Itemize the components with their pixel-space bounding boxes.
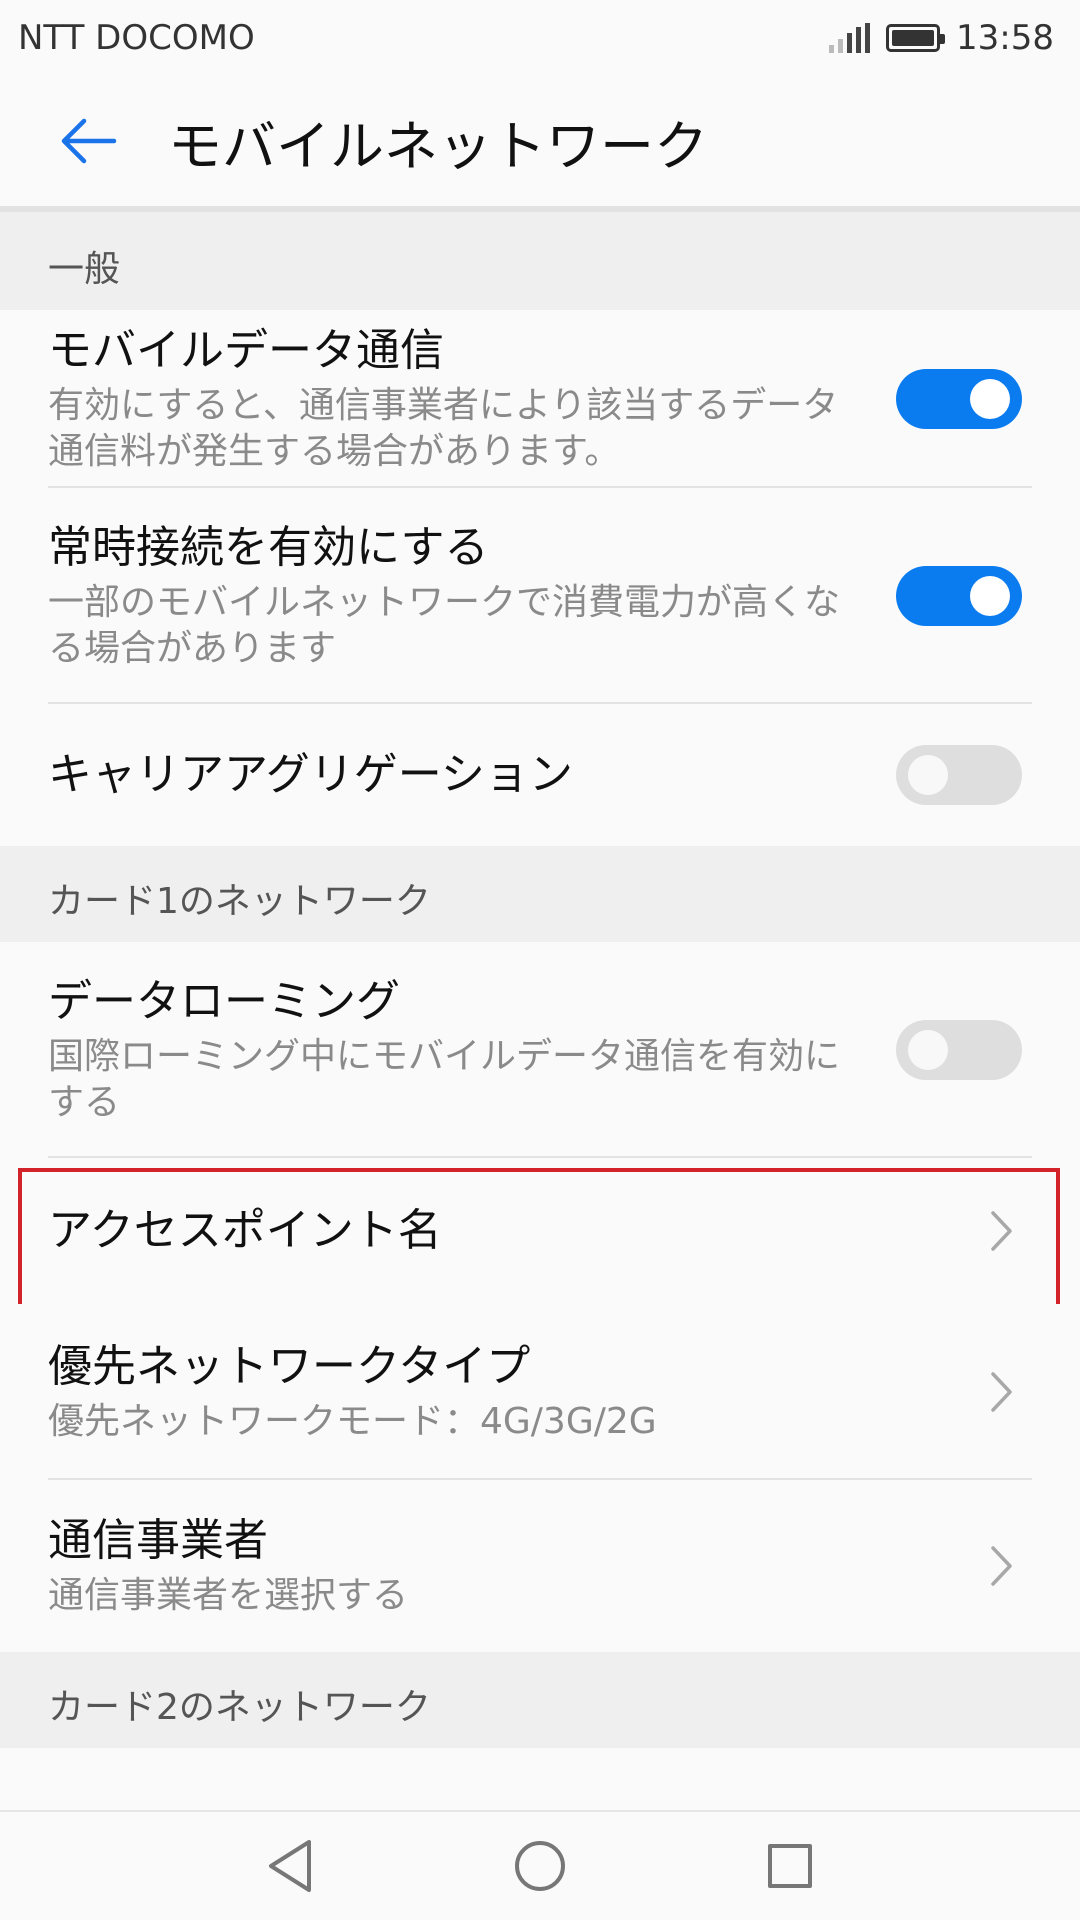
network-operator-row[interactable]: 通信事業者 通信事業者を選択する <box>0 1480 1080 1652</box>
clock: 13:58 <box>956 18 1054 58</box>
settings-list: 一般 モバイルデータ通信 有効にすると、通信事業者により該当するデータ通信料が発… <box>0 212 1080 1748</box>
signal-icon <box>829 23 871 53</box>
square-recents-icon <box>768 1844 812 1888</box>
access-point-names-row[interactable]: アクセスポイント名 <box>0 1158 1080 1312</box>
carrier-aggregation-row[interactable]: キャリアアグリゲーション <box>0 704 1080 846</box>
always-on-row[interactable]: 常時接続を有効にする 一部のモバイルネットワークで消費電力が高くなる場合がありま… <box>0 488 1080 704</box>
row-title: 優先ネットワークタイプ <box>48 1341 531 1392</box>
row-title: 通信事業者 <box>48 1515 268 1566</box>
battery-icon <box>886 24 946 52</box>
app-bar: モバイルネットワーク <box>0 76 1080 212</box>
carrier-aggregation-toggle[interactable] <box>896 745 1022 805</box>
row-subtitle: 通信事業者を選択する <box>48 1575 409 1616</box>
section-header-general: 一般 <box>0 212 1080 310</box>
mobile-data-row[interactable]: モバイルデータ通信 有効にすると、通信事業者により該当するデータ通信料が発生する… <box>0 310 1080 488</box>
chevron-right-icon <box>990 1545 1014 1587</box>
nav-recents-button[interactable] <box>755 1831 825 1901</box>
section-header-card2: カード2のネットワーク <box>0 1652 1080 1748</box>
status-bar: NTT DOCOMO 13:58 <box>0 0 1080 76</box>
chevron-right-icon <box>990 1210 1014 1252</box>
always-on-toggle[interactable] <box>896 566 1022 626</box>
nav-home-button[interactable] <box>505 1831 575 1901</box>
triangle-back-icon <box>269 1840 311 1892</box>
nav-back-button[interactable] <box>255 1831 325 1901</box>
chevron-right-icon <box>990 1371 1014 1413</box>
row-subtitle: 優先ネットワークモード：4G/3G/2G <box>48 1401 657 1442</box>
row-title: 常時接続を有効にする <box>48 522 489 573</box>
data-roaming-toggle[interactable] <box>896 1020 1022 1080</box>
circle-home-icon <box>515 1841 565 1891</box>
mobile-data-toggle[interactable] <box>896 369 1022 429</box>
row-subtitle: 有効にすると、通信事業者により該当するデータ通信料が発生する場合があります。 <box>48 385 839 472</box>
row-title: モバイルデータ通信 <box>48 325 444 376</box>
row-subtitle: 国際ローミング中にモバイルデータ通信を有効にする <box>48 1036 841 1123</box>
row-title: データローミング <box>48 976 400 1027</box>
preferred-network-type-row[interactable]: 優先ネットワークタイプ 優先ネットワークモード：4G/3G/2G <box>0 1304 1080 1480</box>
section-header-card1: カード1のネットワーク <box>0 846 1080 942</box>
page-title: モバイルネットワーク <box>168 114 708 178</box>
data-roaming-row[interactable]: データローミング 国際ローミング中にモバイルデータ通信を有効にする <box>0 942 1080 1158</box>
carrier-name: NTT DOCOMO <box>18 18 255 58</box>
row-subtitle: 一部のモバイルネットワークで消費電力が高くなる場合があります <box>48 582 841 669</box>
navigation-bar <box>0 1810 1080 1920</box>
row-title: キャリアアグリゲーション <box>48 749 573 800</box>
arrow-left-icon <box>61 118 117 164</box>
back-button[interactable] <box>38 91 138 191</box>
row-title: アクセスポイント名 <box>48 1205 442 1256</box>
status-icons: 13:58 <box>829 18 1054 58</box>
